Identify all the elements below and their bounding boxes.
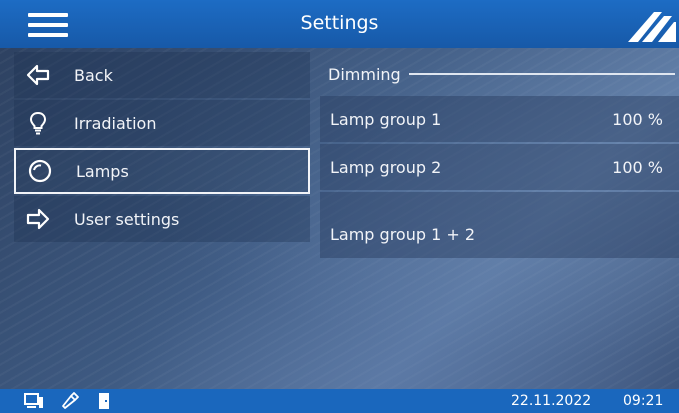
row-label: Lamp group 1 + 2 <box>330 225 476 244</box>
row-value: 100 % <box>612 157 663 177</box>
sidebar-item-user-settings[interactable]: User settings <box>14 196 310 242</box>
arrow-left-icon <box>26 63 50 87</box>
lamp-circle-icon <box>28 159 52 183</box>
section-header: Dimming <box>320 52 679 96</box>
sidebar-nav: Back Irradiation Lamps User settings <box>14 52 314 244</box>
section-divider <box>408 73 675 75</box>
monitor-icon <box>24 393 43 408</box>
arrow-right-icon <box>26 207 50 231</box>
status-bar: 22.11.2022 09:21 <box>0 389 679 413</box>
section-title: Dimming <box>328 64 401 84</box>
status-date: 22.11.2022 <box>511 393 592 409</box>
sidebar-item-label: Lamps <box>76 161 129 181</box>
row-value: 100 % <box>612 109 663 129</box>
sidebar-item-label: User settings <box>74 209 180 229</box>
row-label: Lamp group 1 <box>330 109 442 129</box>
sidebar-item-lamps[interactable]: Lamps <box>14 148 310 194</box>
header-bar: Settings <box>0 0 679 48</box>
sidebar-item-label: Irradiation <box>74 113 157 133</box>
door-icon <box>99 393 109 409</box>
sidebar-item-label: Back <box>74 65 113 85</box>
lightbulb-icon <box>26 111 50 135</box>
sidebar-item-back[interactable]: Back <box>14 52 310 98</box>
lamp-group-2-row[interactable]: Lamp group 2 100 % <box>320 144 679 190</box>
brand-logo <box>628 12 676 42</box>
sidebar-item-irradiation[interactable]: Irradiation <box>14 100 310 146</box>
status-time: 09:21 <box>623 393 664 409</box>
lamp-group-1-row[interactable]: Lamp group 1 100 % <box>320 96 679 142</box>
lamp-group-1-2-row[interactable]: Lamp group 1 + 2 <box>320 192 679 258</box>
row-label: Lamp group 2 <box>330 157 442 177</box>
usb-icon <box>62 392 79 409</box>
page-title: Settings <box>300 12 379 34</box>
dimming-panel: Dimming Lamp group 1 100 % Lamp group 2 … <box>320 52 679 260</box>
